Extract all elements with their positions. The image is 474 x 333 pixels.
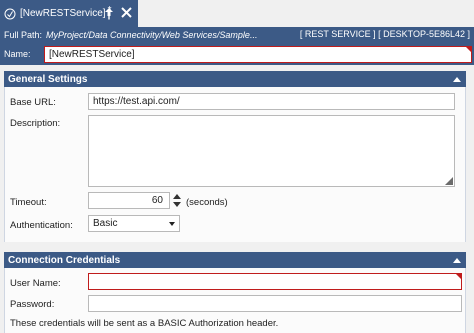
full-path-value: MyProject/Data Connectivity/Web Services… [46, 30, 258, 40]
pin-icon[interactable] [103, 7, 115, 20]
base-url-input[interactable]: https://test.api.com/ [88, 93, 455, 110]
path-bar: Full Path: MyProject/Data Connectivity/W… [0, 27, 474, 43]
description-label: Description: [10, 118, 61, 129]
tab-title: [NewRESTService] [20, 8, 106, 19]
document-tab[interactable]: [NewRESTService] * [0, 0, 138, 27]
stepper-up-icon[interactable] [173, 194, 181, 199]
close-icon[interactable] [121, 7, 132, 18]
collapse-up-icon[interactable] [453, 257, 461, 263]
name-input[interactable]: [NewRESTService] [44, 46, 472, 63]
general-settings-title: General Settings [8, 73, 88, 85]
authentication-select[interactable]: Basic [88, 215, 180, 232]
general-settings-header[interactable]: General Settings [4, 71, 466, 87]
timeout-label: Timeout: [10, 197, 47, 208]
password-input[interactable] [88, 295, 462, 312]
authentication-label: Authentication: [10, 220, 73, 231]
name-row: Name: [NewRESTService] [0, 43, 474, 65]
base-url-value: https://test.api.com/ [93, 96, 180, 107]
context-info: [ REST SERVICE ] [ DESKTOP-5E86L42 ] [299, 29, 470, 39]
collapse-up-icon[interactable] [453, 76, 461, 82]
dropdown-arrow-icon [169, 222, 175, 226]
user-name-label: User Name: [10, 278, 61, 289]
timeout-stepper[interactable] [171, 192, 183, 209]
connection-credentials-header[interactable]: Connection Credentials [4, 252, 466, 268]
user-name-input[interactable] [88, 273, 462, 290]
timeout-value: 60 [151, 195, 163, 206]
validation-marker [456, 274, 461, 279]
service-icon [4, 8, 16, 19]
password-label: Password: [10, 299, 55, 310]
name-label: Name: [4, 49, 31, 59]
validation-marker [466, 47, 471, 52]
timeout-input[interactable]: 60 [88, 192, 170, 209]
timeout-unit: (seconds) [186, 197, 228, 208]
tab-strip: [NewRESTService] * [0, 0, 474, 27]
connection-credentials-panel: User Name: Password: These credentials w… [4, 268, 466, 333]
name-input-value: [NewRESTService] [49, 49, 135, 60]
credentials-note: These credentials will be sent as a BASI… [10, 318, 279, 329]
resize-grip-icon[interactable] [445, 177, 453, 185]
authentication-value: Basic [93, 218, 118, 229]
base-url-label: Base URL: [10, 97, 56, 108]
full-path-label: Full Path: [4, 30, 43, 40]
stepper-down-icon[interactable] [173, 202, 181, 207]
description-textarea[interactable] [88, 115, 455, 187]
connection-credentials-title: Connection Credentials [8, 254, 121, 266]
general-settings-panel: Base URL: https://test.api.com/ Descript… [4, 87, 466, 242]
